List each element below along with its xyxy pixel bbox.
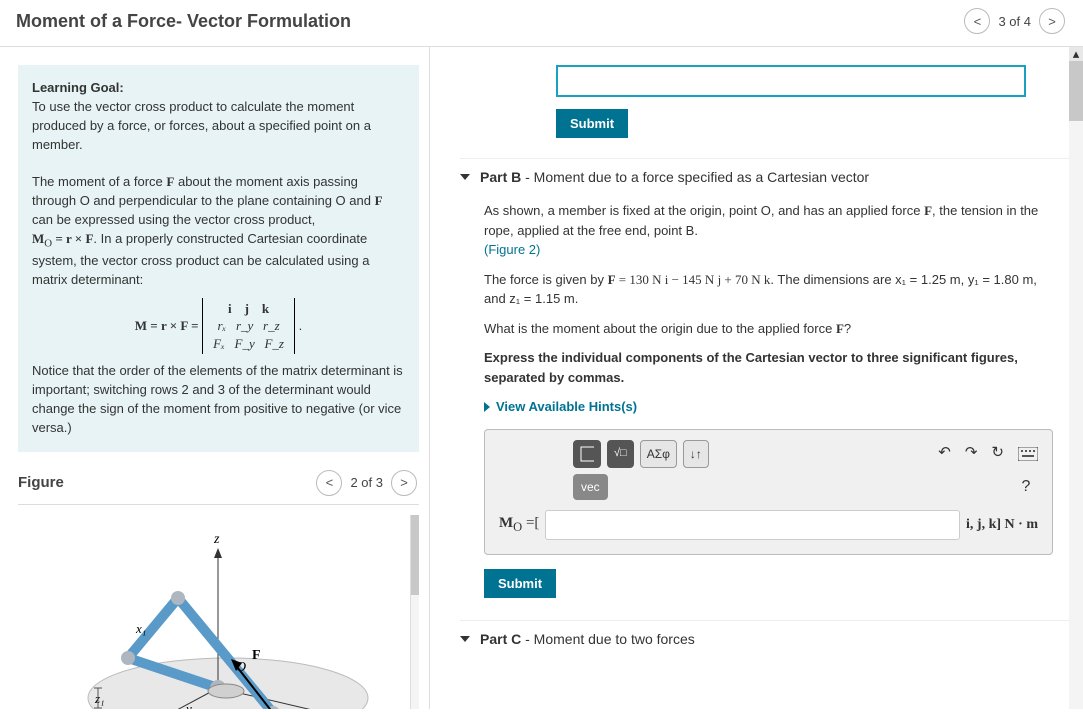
hints-label: View Available Hints(s) <box>496 397 637 417</box>
eq-eq: =[ <box>522 515 539 531</box>
matrix-r2: rₓ r_y r_z <box>217 318 279 333</box>
figure-2-link[interactable]: (Figure 2) <box>484 242 540 257</box>
vec-button[interactable]: vec <box>573 474 608 500</box>
force-f-label: F <box>252 648 261 663</box>
submit-button-b[interactable]: Submit <box>484 569 556 598</box>
learning-p3: Notice that the order of the elements of… <box>32 363 403 435</box>
figure-prev-button[interactable]: < <box>316 470 342 496</box>
figure-scrollbar[interactable] <box>410 515 419 709</box>
caret-down-icon <box>460 174 470 180</box>
figure-indicator: 2 of 3 <box>350 475 383 490</box>
learning-goal-box: Learning Goal: To use the vector cross p… <box>18 65 419 452</box>
part-b-header[interactable]: Part B - Moment due to a force specified… <box>460 158 1073 195</box>
pb-p3b: ? <box>844 321 851 336</box>
redo-icon[interactable]: ↷ <box>965 442 978 465</box>
part-b-label: Part B <box>480 169 521 185</box>
part-c-header[interactable]: Part C - Moment due to two forces <box>460 620 1073 657</box>
templates-button[interactable] <box>573 440 601 468</box>
caret-down-icon <box>460 636 470 642</box>
part-c-label: Part C <box>480 631 521 647</box>
part-c-title: - Moment due to two forces <box>521 631 695 647</box>
matrix-lhs: M = r × F = <box>135 317 199 332</box>
eq1-lhs: M <box>32 231 44 246</box>
greek-button[interactable]: ΑΣφ <box>640 440 677 468</box>
axis-z-label: z <box>213 532 220 547</box>
point-o-label: O <box>236 660 246 675</box>
view-hints-button[interactable]: View Available Hints(s) <box>484 397 1053 417</box>
eq-unit: i, j, k] N · m <box>966 517 1038 532</box>
part-b-title: - Moment due to a force specified as a C… <box>521 169 869 185</box>
dim-x1-label: x₁ <box>135 621 146 636</box>
eq1-sub: O <box>44 237 52 249</box>
sub-sup-button[interactable]: ↓↑ <box>683 440 709 468</box>
reset-icon[interactable]: ↻ <box>991 442 1004 465</box>
figure-next-button[interactable]: > <box>391 470 417 496</box>
eq1-rhs: = r × F <box>52 231 93 246</box>
learning-p2a: The moment of a force <box>32 174 166 189</box>
answer-box: √□ ΑΣφ ↓↑ ↶ ↷ ↻ vec ? <box>484 429 1053 555</box>
main-scrollbar[interactable]: ▴ <box>1069 47 1083 709</box>
moment-answer-input[interactable] <box>545 510 960 540</box>
undo-icon[interactable]: ↶ <box>938 442 951 465</box>
dim-z1-label: z₁ <box>94 691 105 706</box>
part-a-answer-input[interactable] <box>556 65 1026 97</box>
page-title: Moment of a Force- Vector Formulation <box>16 11 962 32</box>
submit-button-a[interactable]: Submit <box>556 109 628 138</box>
keyboard-icon[interactable] <box>1018 447 1038 461</box>
next-page-button[interactable]: > <box>1039 8 1065 34</box>
dim-y1-label: y₁ <box>184 701 196 709</box>
fraction-sqrt-button[interactable]: √□ <box>607 440 634 468</box>
eq-m: M <box>499 515 513 531</box>
pb-p3a: What is the moment about the origin due … <box>484 321 836 336</box>
learning-p2c: can be expressed using the vector cross … <box>32 212 315 227</box>
help-icon[interactable]: ? <box>1014 475 1038 499</box>
figure-heading: Figure <box>18 474 314 491</box>
matrix-r3: Fₓ F_y F_z <box>213 336 284 351</box>
eq-sub: O <box>513 520 522 534</box>
prev-page-button[interactable]: < <box>964 8 990 34</box>
pb-instruct: Express the individual components of the… <box>484 350 1018 385</box>
pb-p2b: = 130 N i − 145 N j + 70 N k <box>616 272 771 287</box>
scroll-up-icon[interactable]: ▴ <box>1069 47 1083 61</box>
pb-p1a: As shown, a member is fixed at the origi… <box>484 203 924 218</box>
page-indicator: 3 of 4 <box>998 14 1031 29</box>
learning-p1: To use the vector cross product to calcu… <box>32 99 371 152</box>
pb-p2a: The force is given by <box>484 272 608 287</box>
figure-canvas: z y x x₁ y₁ z₁ O B F <box>18 504 419 709</box>
learning-heading: Learning Goal: <box>32 80 124 95</box>
matrix-r1: i j k <box>228 301 269 316</box>
caret-right-icon <box>484 402 490 412</box>
